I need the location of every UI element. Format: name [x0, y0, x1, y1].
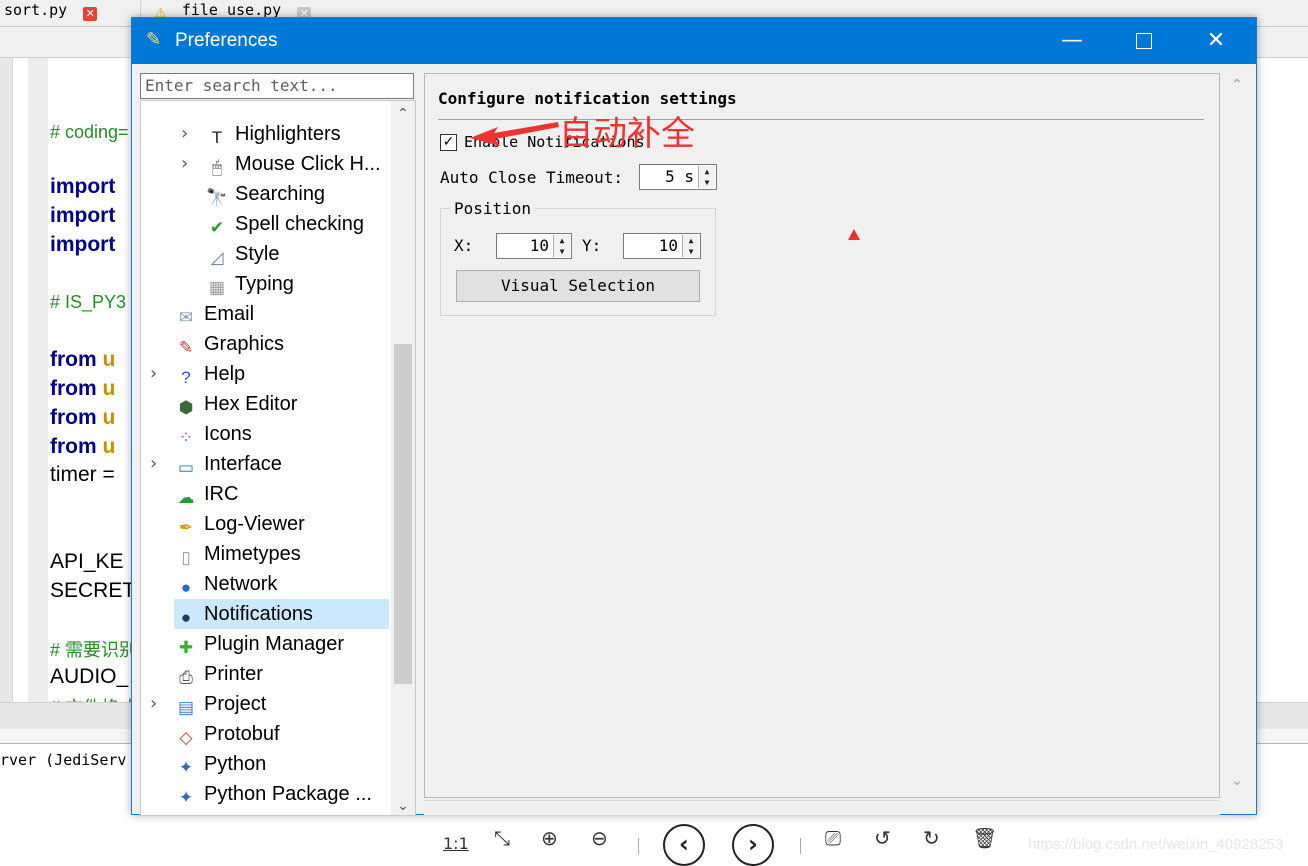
annotation-arrow-icon [470, 122, 559, 146]
annotation-label: 自动补全 [559, 114, 695, 154]
